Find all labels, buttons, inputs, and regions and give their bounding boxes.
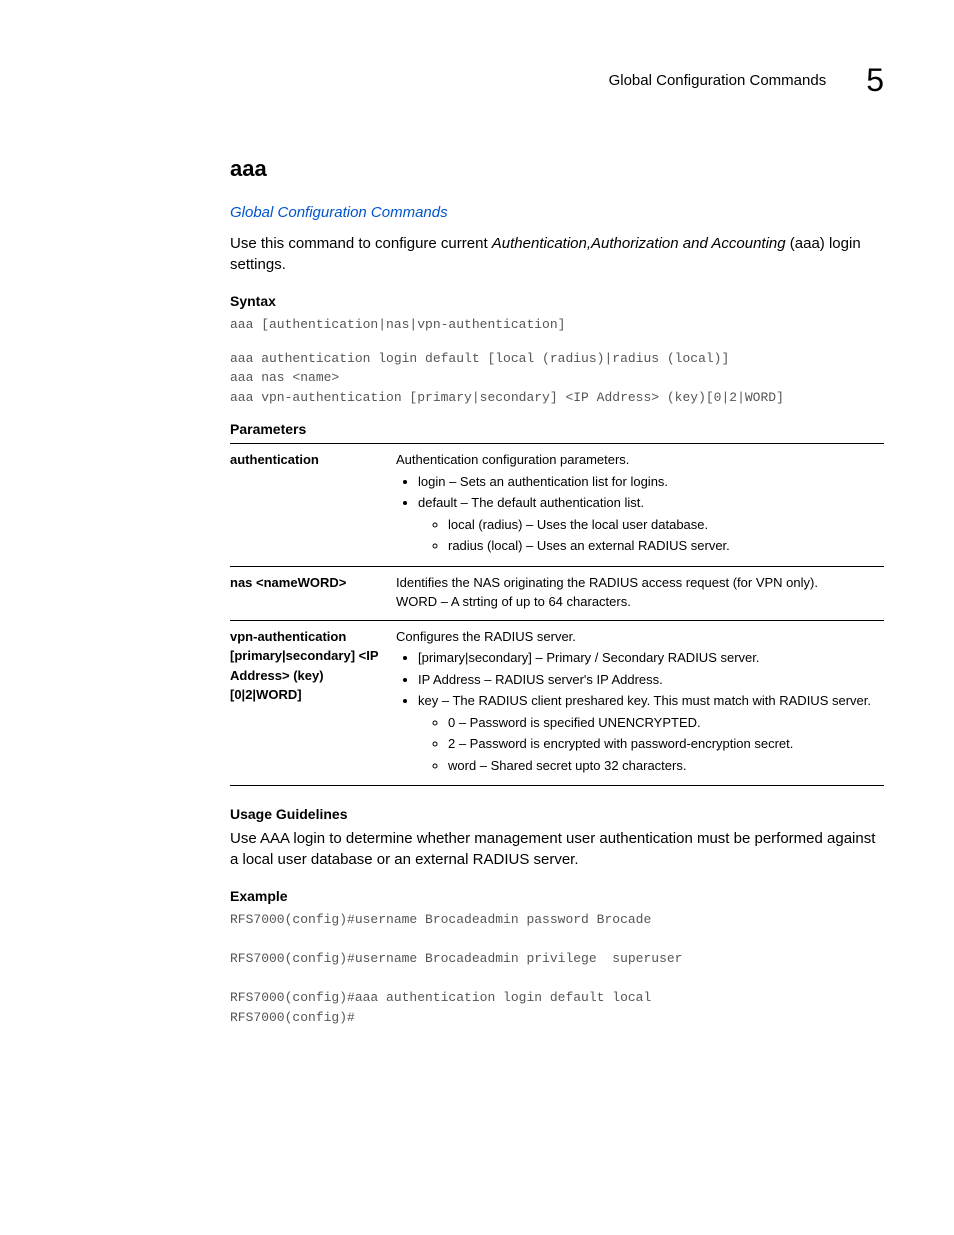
parameters-heading: Parameters (230, 421, 884, 437)
table-row: vpn-authentication [primary|secondary] <… (230, 620, 884, 786)
param-term: nas <nameWORD> (230, 566, 396, 620)
list-item: IP Address – RADIUS server's IP Address. (418, 670, 878, 690)
param-desc-text: Authentication configuration parameters. (396, 452, 629, 467)
syntax-block-1: aaa [authentication|nas|vpn-authenticati… (230, 315, 884, 335)
list-item: login – Sets an authentication list for … (418, 472, 878, 492)
content-area: aaa Global Configuration Commands Use th… (230, 156, 884, 1027)
list-item: default – The default authentication lis… (418, 493, 878, 556)
bullet-list: login – Sets an authentication list for … (396, 472, 878, 556)
example-code: RFS7000(config)#username Brocadeadmin pa… (230, 910, 884, 1027)
table-row: authentication Authentication configurat… (230, 444, 884, 567)
example-heading: Example (230, 888, 884, 904)
list-item: radius (local) – Uses an external RADIUS… (448, 536, 878, 556)
usage-heading: Usage Guidelines (230, 806, 884, 822)
intro-paragraph: Use this command to configure current Au… (230, 233, 884, 275)
list-item: 2 – Password is encrypted with password-… (448, 734, 878, 754)
syntax-heading: Syntax (230, 293, 884, 309)
list-item: 0 – Password is specified UNENCRYPTED. (448, 713, 878, 733)
page: Global Configuration Commands 5 aaa Glob… (0, 0, 954, 1235)
param-desc: Configures the RADIUS server. [primary|s… (396, 620, 884, 786)
param-desc-line: WORD – A strting of up to 64 characters. (396, 592, 878, 612)
usage-text: Use AAA login to determine whether manag… (230, 828, 884, 870)
list-item: [primary|secondary] – Primary / Secondar… (418, 648, 878, 668)
param-term: vpn-authentication [primary|secondary] <… (230, 620, 396, 786)
sub-bullet-list: local (radius) – Uses the local user dat… (418, 515, 878, 556)
intro-prefix: Use this command to configure current (230, 235, 488, 252)
chapter-number: 5 (866, 64, 884, 96)
page-header: Global Configuration Commands 5 (70, 64, 884, 96)
bullet-list: [primary|secondary] – Primary / Secondar… (396, 648, 878, 775)
list-item-text: default – The default authentication lis… (418, 495, 644, 510)
section-title: aaa (230, 156, 884, 182)
syntax-block-2: aaa authentication login default [local … (230, 349, 884, 408)
list-item: key – The RADIUS client preshared key. T… (418, 691, 878, 775)
list-item: word – Shared secret upto 32 characters. (448, 756, 878, 776)
param-desc: Identifies the NAS originating the RADIU… (396, 566, 884, 620)
intro-emphasis: Authentication,Authorization and Account… (492, 235, 786, 252)
list-item-text: key – The RADIUS client preshared key. T… (418, 693, 871, 708)
parameters-table: authentication Authentication configurat… (230, 443, 884, 786)
param-desc-text: Configures the RADIUS server. (396, 629, 576, 644)
breadcrumb-link[interactable]: Global Configuration Commands (230, 204, 448, 221)
sub-bullet-list: 0 – Password is specified UNENCRYPTED. 2… (418, 713, 878, 776)
list-item: local (radius) – Uses the local user dat… (448, 515, 878, 535)
param-desc: Authentication configuration parameters.… (396, 444, 884, 567)
table-row: nas <nameWORD> Identifies the NAS origin… (230, 566, 884, 620)
param-desc-line: Identifies the NAS originating the RADIU… (396, 573, 878, 593)
param-term: authentication (230, 444, 396, 567)
running-title: Global Configuration Commands (609, 72, 827, 89)
